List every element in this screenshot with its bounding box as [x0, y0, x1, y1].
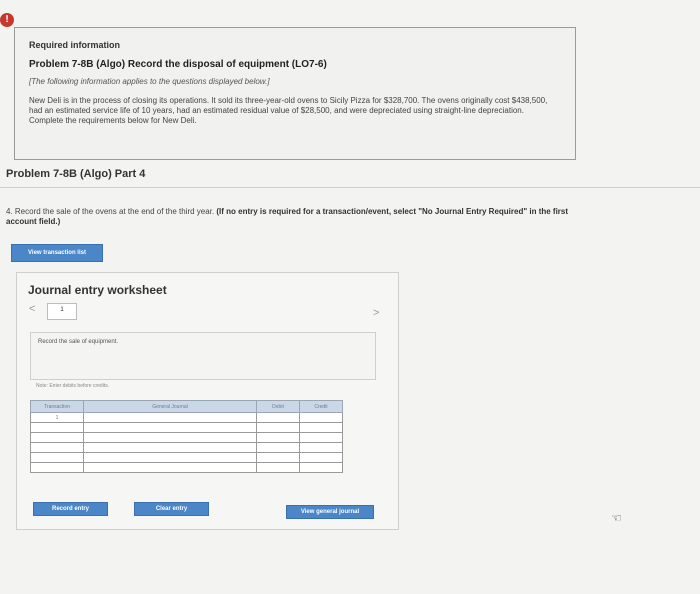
- account-field[interactable]: [83, 442, 257, 453]
- column-header-credit: Credit: [299, 400, 343, 413]
- account-field[interactable]: [83, 462, 257, 473]
- account-field[interactable]: [83, 422, 257, 433]
- transaction-cell: [30, 442, 84, 453]
- account-field[interactable]: [83, 432, 257, 443]
- credit-field[interactable]: [299, 452, 343, 463]
- debit-field[interactable]: [256, 462, 300, 473]
- account-field[interactable]: [83, 412, 257, 423]
- info-note: [The following information applies to th…: [29, 77, 270, 86]
- question-main: 4. Record the sale of the ovens at the e…: [6, 207, 215, 216]
- debit-field[interactable]: [256, 452, 300, 463]
- problem-title: Problem 7-8B (Algo) Record the disposal …: [29, 59, 327, 70]
- info-heading: Required information: [29, 40, 121, 50]
- view-general-journal-button[interactable]: View general journal: [286, 505, 374, 519]
- mouse-cursor-icon: ☜: [611, 511, 622, 525]
- table-row: [30, 462, 343, 473]
- worksheet-title: Journal entry worksheet: [28, 283, 167, 297]
- question-text: 4. Record the sale of the ovens at the e…: [6, 207, 576, 227]
- entry-description-text: Record the sale of equipment.: [38, 339, 119, 345]
- required-information-panel: Required information Problem 7-8B (Algo)…: [14, 27, 576, 160]
- table-row: [30, 432, 343, 443]
- journal-entry-worksheet: Journal entry worksheet < 1 > Record the…: [16, 272, 399, 530]
- clear-entry-button[interactable]: Clear entry: [134, 502, 209, 516]
- credit-field[interactable]: [299, 462, 343, 473]
- credit-field[interactable]: [299, 422, 343, 433]
- debit-field[interactable]: [256, 432, 300, 443]
- account-field[interactable]: [83, 452, 257, 463]
- column-header-general-journal: General Journal: [83, 400, 257, 413]
- info-body: New Deli is in the process of closing it…: [29, 96, 548, 125]
- part-title: Problem 7-8B (Algo) Part 4: [6, 168, 146, 180]
- table-row: [30, 422, 343, 433]
- debit-field[interactable]: [256, 412, 300, 423]
- credit-field[interactable]: [299, 442, 343, 453]
- record-entry-button[interactable]: Record entry: [33, 502, 108, 516]
- credit-field[interactable]: [299, 412, 343, 423]
- transaction-cell: [30, 452, 84, 463]
- view-transaction-list-button[interactable]: View transaction list: [11, 244, 103, 262]
- table-row: [30, 452, 343, 463]
- transaction-cell: [30, 422, 84, 433]
- page-tab[interactable]: 1: [47, 303, 77, 320]
- debit-field[interactable]: [256, 422, 300, 433]
- divider: [0, 187, 700, 188]
- transaction-cell: [30, 462, 84, 473]
- transaction-cell: [30, 432, 84, 443]
- entry-description: Record the sale of equipment.: [30, 332, 376, 380]
- debits-note: Note: Enter debits before credits.: [36, 383, 110, 389]
- table-row: 1: [30, 412, 343, 423]
- alert-icon: !: [0, 13, 14, 27]
- prev-arrow-icon[interactable]: <: [29, 303, 35, 315]
- debit-field[interactable]: [256, 442, 300, 453]
- transaction-cell: 1: [30, 412, 84, 423]
- next-arrow-icon[interactable]: >: [373, 307, 379, 319]
- column-header-transaction: Transaction: [30, 400, 84, 413]
- journal-grid: Transaction General Journal Debit Credit…: [30, 400, 343, 473]
- credit-field[interactable]: [299, 432, 343, 443]
- column-header-debit: Debit: [256, 400, 300, 413]
- table-row: [30, 442, 343, 453]
